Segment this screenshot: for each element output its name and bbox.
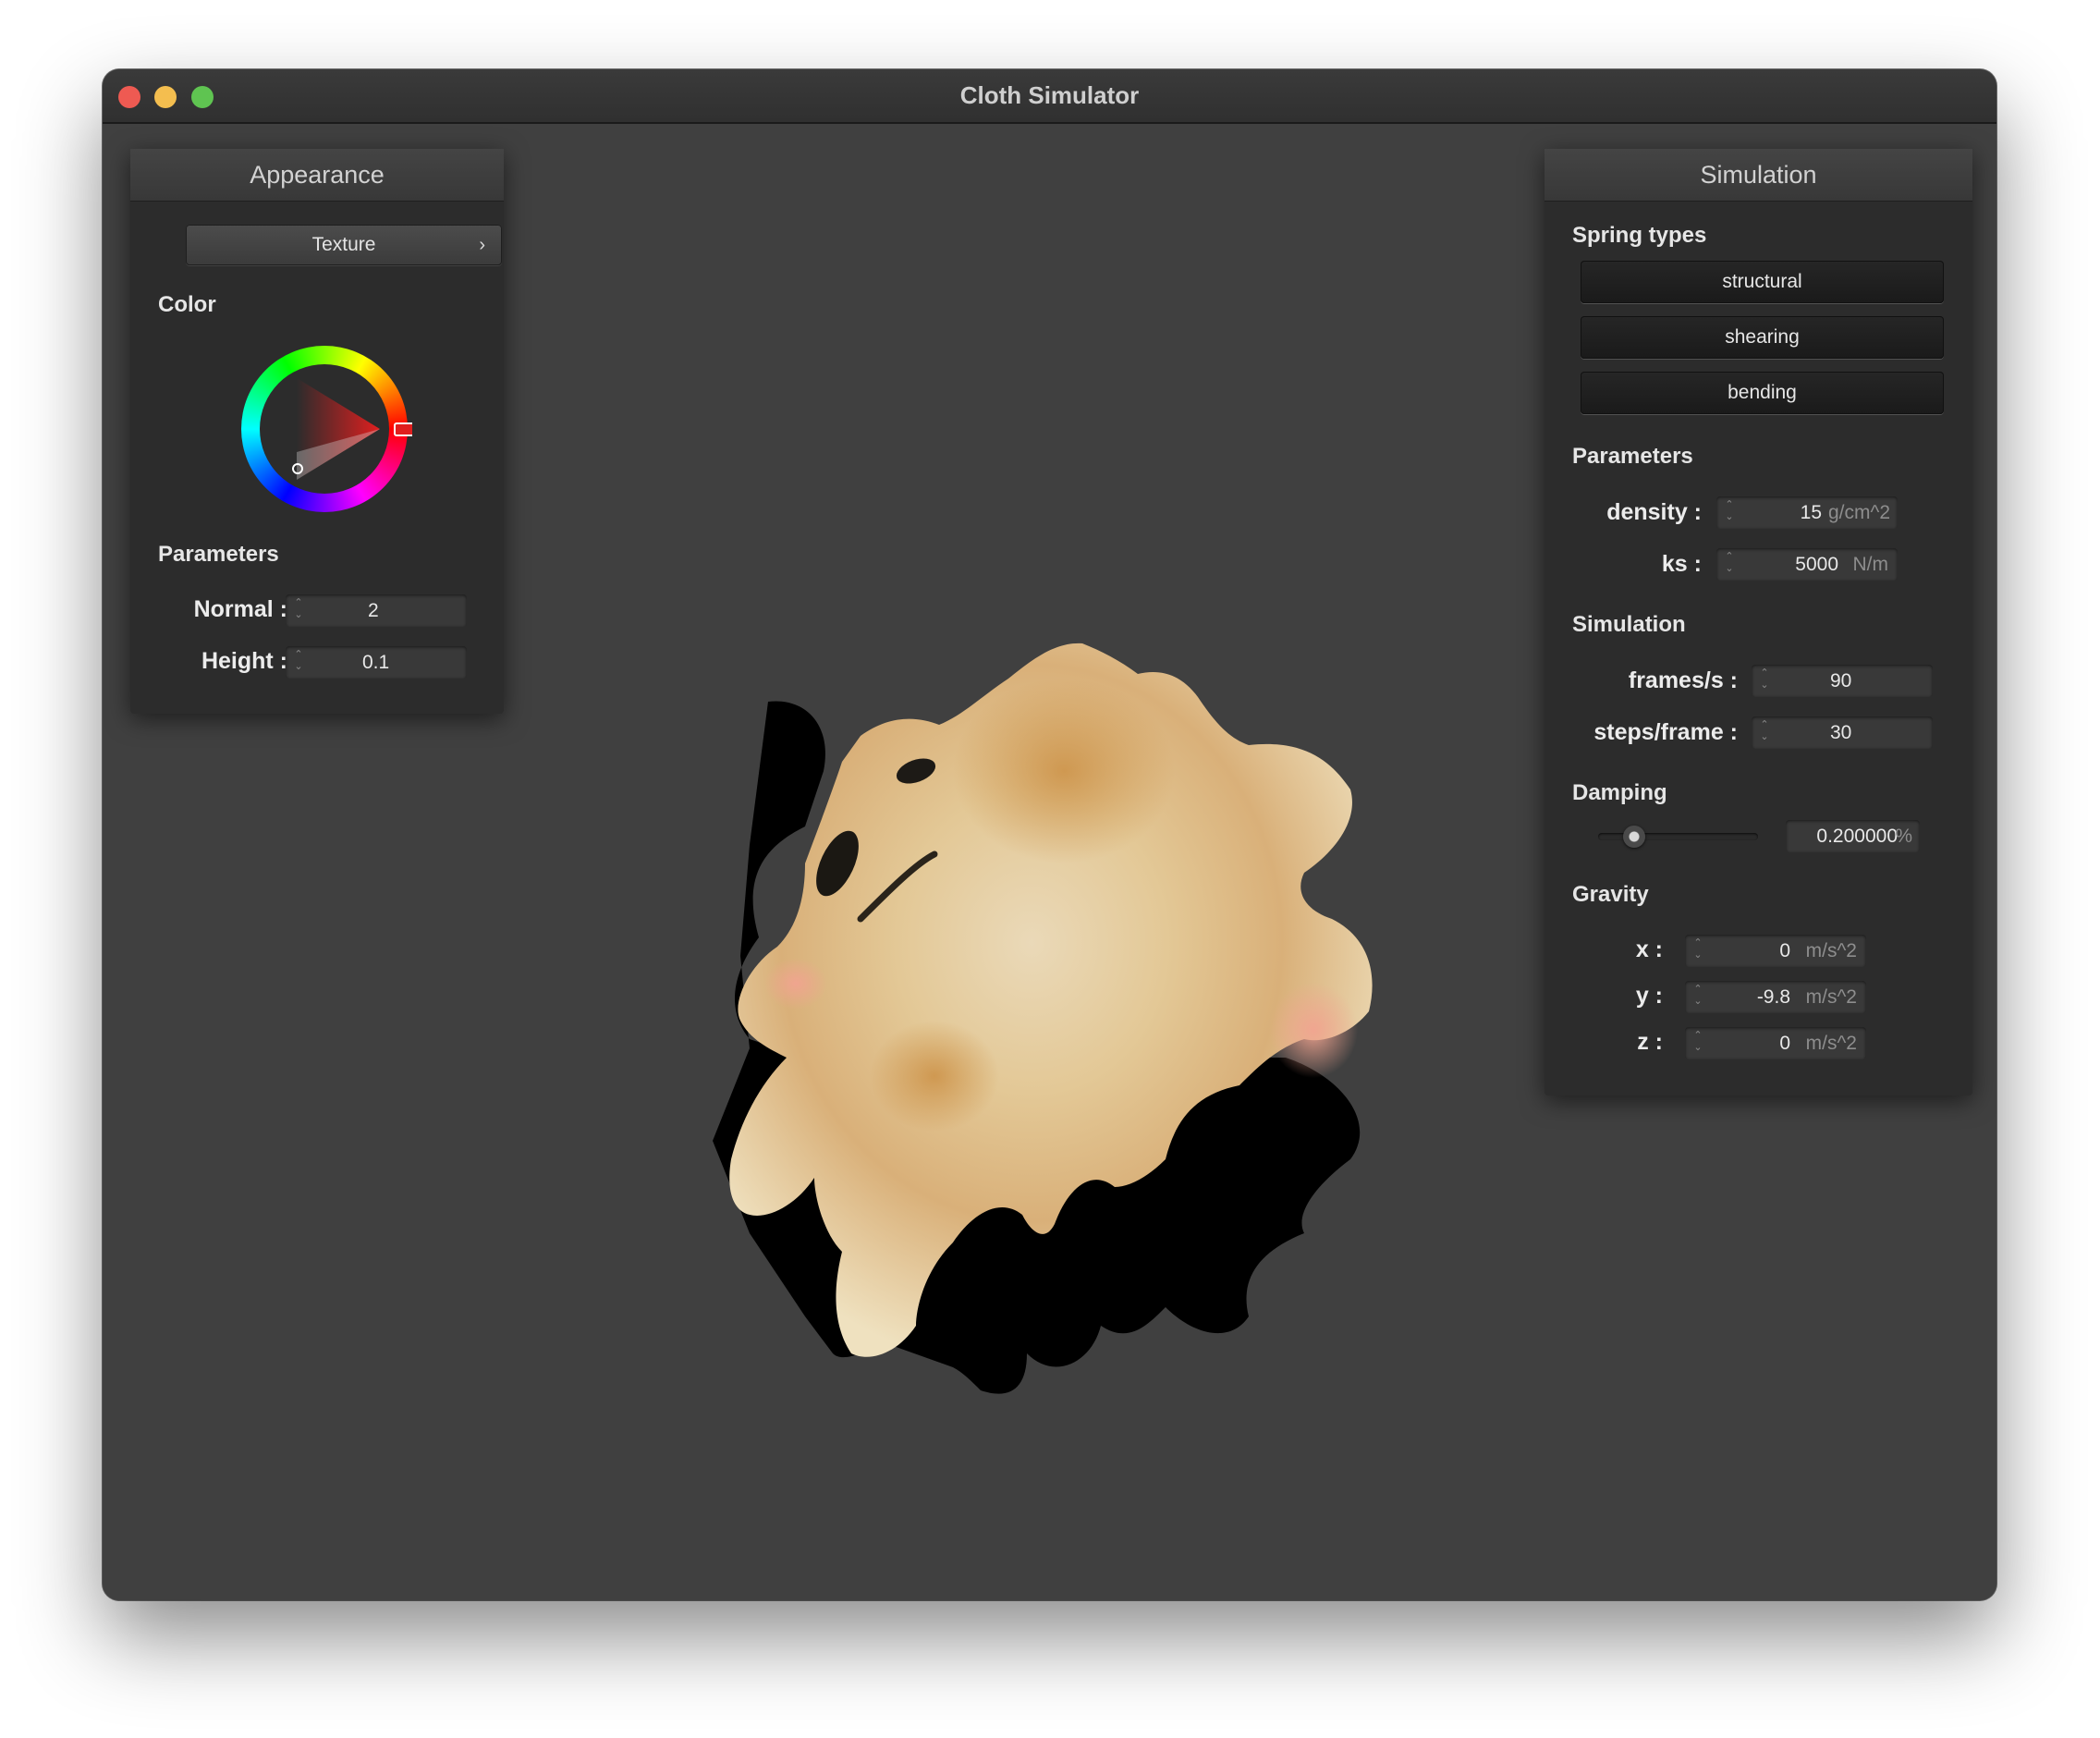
window-title: Cloth Simulator	[959, 81, 1140, 109]
damping-unit: %	[1895, 826, 1912, 847]
ks-input[interactable]: ⌃ ⌄ 5000 N/m	[1716, 548, 1898, 581]
damping-slider[interactable]	[1598, 833, 1758, 840]
gravity-y-label: y :	[1635, 983, 1663, 1009]
stepper-arrows-icon[interactable]: ⌃ ⌄	[1722, 551, 1737, 578]
gravity-z-value: 0	[1779, 1033, 1790, 1054]
stepper-arrows-icon[interactable]: ⌃ ⌄	[291, 649, 306, 676]
ks-unit: N/m	[1852, 554, 1889, 575]
app-window: Cloth Simulator Appearance Texture › Col…	[103, 69, 1996, 1600]
normal-value: 2	[368, 600, 379, 621]
spring-types-label: Spring types	[1572, 223, 1707, 248]
gravity-x-input[interactable]: ⌃ ⌄ 0 m/s^2	[1685, 935, 1866, 967]
texture-pink-patch-right	[1269, 982, 1358, 1078]
gravity-y-input[interactable]: ⌃ ⌄ -9.8 m/s^2	[1685, 981, 1866, 1013]
stepper-arrows-icon[interactable]: ⌃ ⌄	[1757, 667, 1772, 694]
appearance-parameters-label: Parameters	[158, 542, 279, 567]
gravity-x-value: 0	[1779, 940, 1790, 961]
damping-slider-handle[interactable]	[1622, 826, 1645, 848]
steps-per-frame-label: steps/frame :	[1593, 719, 1738, 745]
gravity-z-label: z :	[1637, 1029, 1663, 1055]
damping-label: Damping	[1572, 780, 1667, 805]
gravity-z-unit: m/s^2	[1805, 1033, 1857, 1054]
height-input[interactable]: ⌃ ⌄ 0.1	[286, 646, 467, 679]
color-wheel[interactable]	[237, 341, 412, 517]
chevron-right-icon: ›	[479, 235, 485, 255]
frames-per-second-input[interactable]: ⌃ ⌄ 90	[1752, 665, 1933, 697]
simulation-section-label: Simulation	[1572, 612, 1686, 637]
gravity-label: Gravity	[1572, 882, 1649, 907]
frames-per-second-value: 90	[1830, 670, 1852, 692]
texture-tan-patch-lower	[870, 1021, 999, 1132]
appearance-panel: Appearance Texture › Color Parameters No…	[130, 149, 504, 714]
ks-value: 5000	[1795, 554, 1838, 575]
stepper-arrows-icon[interactable]: ⌃ ⌄	[1757, 719, 1772, 746]
appearance-panel-header[interactable]: Appearance	[130, 149, 504, 202]
gravity-x-unit: m/s^2	[1805, 940, 1857, 961]
shearing-spring-button[interactable]: shearing	[1581, 316, 1944, 359]
damping-value: 0.200000	[1816, 826, 1898, 847]
frames-per-second-label: frames/s :	[1628, 667, 1738, 693]
density-input[interactable]: ⌃ ⌄ 15 g/cm^2	[1716, 496, 1898, 529]
texture-button[interactable]: Texture ›	[186, 225, 502, 265]
steps-per-frame-value: 30	[1830, 722, 1852, 743]
gravity-z-input[interactable]: ⌃ ⌄ 0 m/s^2	[1685, 1027, 1866, 1059]
ks-label: ks :	[1661, 551, 1702, 577]
gravity-y-unit: m/s^2	[1805, 986, 1857, 1008]
texture-pink-patch-left	[764, 958, 827, 1010]
hue-selector-handle[interactable]	[394, 422, 412, 436]
texture-button-label: Texture	[311, 234, 376, 255]
height-value: 0.1	[362, 652, 390, 673]
simulation-panel-header[interactable]: Simulation	[1544, 149, 1972, 202]
stepper-arrows-icon[interactable]: ⌃ ⌄	[1691, 937, 1705, 964]
bending-spring-button[interactable]: bending	[1581, 372, 1944, 414]
normal-label: Normal :	[193, 596, 287, 622]
simulation-panel: Simulation Spring types structural shear…	[1544, 149, 1972, 1095]
stepper-arrows-icon[interactable]: ⌃ ⌄	[1691, 1030, 1705, 1057]
density-unit: g/cm^2	[1827, 502, 1890, 523]
texture-tan-patch	[953, 679, 1175, 863]
gravity-x-label: x :	[1635, 936, 1663, 962]
gravity-y-value: -9.8	[1756, 986, 1790, 1008]
normal-input[interactable]: ⌃ ⌄ 2	[286, 594, 467, 627]
stepper-arrows-icon[interactable]: ⌃ ⌄	[1722, 499, 1737, 526]
density-value: 15	[1800, 502, 1822, 523]
stepper-arrows-icon[interactable]: ⌃ ⌄	[291, 597, 306, 624]
color-section-label: Color	[158, 292, 216, 317]
title-bar[interactable]: Cloth Simulator	[103, 69, 1996, 124]
height-label: Height :	[201, 648, 287, 674]
simulation-parameters-label: Parameters	[1572, 444, 1693, 469]
stepper-arrows-icon[interactable]: ⌃ ⌄	[1691, 984, 1705, 1010]
structural-spring-button[interactable]: structural	[1581, 261, 1944, 303]
steps-per-frame-input[interactable]: ⌃ ⌄ 30	[1752, 716, 1933, 749]
damping-value-box[interactable]: 0.200000 %	[1786, 820, 1920, 852]
density-label: density :	[1606, 499, 1702, 525]
